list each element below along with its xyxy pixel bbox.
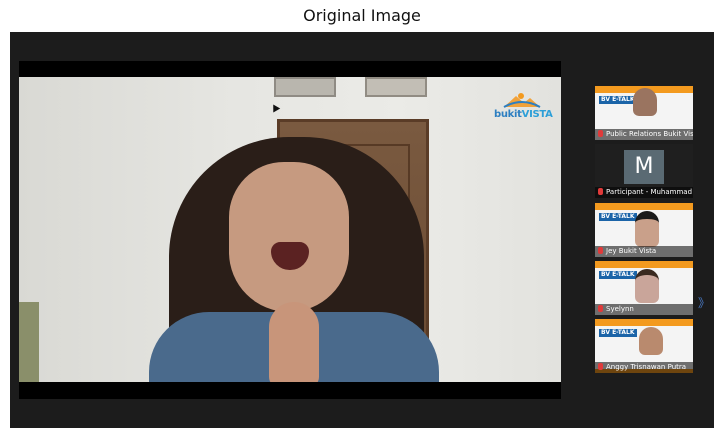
participant-name-label: Jey Bukit Vista [595, 246, 693, 257]
speaker-scene: bukitVISTA [19, 77, 561, 382]
wall-frame [365, 77, 427, 97]
mic-off-icon [598, 305, 603, 312]
mic-off-icon [598, 130, 603, 137]
participant-tile[interactable]: BV E-TALK Syelynn [595, 261, 693, 315]
bukit-vista-logo: bukitVISTA [494, 89, 553, 125]
event-badge: BV E-TALK [599, 329, 637, 337]
participant-tile[interactable]: BV E-TALK Public Relations Bukit Vista [595, 86, 693, 140]
participant-name: Anggy Trisnawan Putra [606, 363, 687, 371]
mountain-logo-icon [503, 93, 541, 108]
participant-name: Syelynn [606, 305, 634, 313]
mic-off-icon [598, 247, 603, 254]
speaker-face [229, 162, 349, 312]
participant-tile[interactable]: BV E-TALK Jey Bukit Vista [595, 203, 693, 257]
speaker-hands [269, 302, 319, 382]
double-arrow-icon[interactable]: 》 [698, 294, 710, 311]
participant-name: Participant - Muhammad ... [606, 188, 693, 196]
event-badge: BV E-TALK [599, 213, 637, 221]
participant-name-label: Syelynn [595, 304, 693, 315]
avatar: M [624, 150, 664, 184]
participant-name-label: Participant - Muhammad ... [595, 187, 693, 198]
event-badge: BV E-TALK [599, 271, 637, 279]
participant-name-label: Public Relations Bukit Vista [595, 129, 693, 140]
participant-tile[interactable]: BV E-TALK Anggy Trisnawan Putra [595, 319, 693, 373]
chair-edge [19, 302, 39, 382]
participant-tile[interactable]: M Participant - Muhammad ... [595, 144, 693, 198]
logo-text-vista: VISTA [521, 109, 553, 120]
participant-face [633, 88, 657, 116]
participant-face [635, 211, 659, 247]
event-badge: BV E-TALK [599, 96, 637, 104]
mic-off-icon [598, 363, 603, 370]
page-caption: Original Image [303, 6, 421, 25]
participant-name-label: Anggy Trisnawan Putra [595, 362, 693, 373]
main-speaker-video[interactable]: bukitVISTA [19, 61, 561, 399]
participant-name: Jey Bukit Vista [606, 247, 657, 255]
video-call-window: bukitVISTA BV E-TALK Public Relations Bu… [10, 32, 714, 428]
logo-text-bukit: bukit [494, 109, 522, 120]
logo-text: bukitVISTA [494, 109, 554, 120]
mic-off-icon [598, 188, 603, 195]
wall-frame [274, 77, 336, 97]
mouse-cursor-icon [269, 102, 281, 113]
participant-name: Public Relations Bukit Vista [606, 130, 693, 138]
participant-face [635, 269, 659, 303]
participant-face [639, 327, 663, 355]
